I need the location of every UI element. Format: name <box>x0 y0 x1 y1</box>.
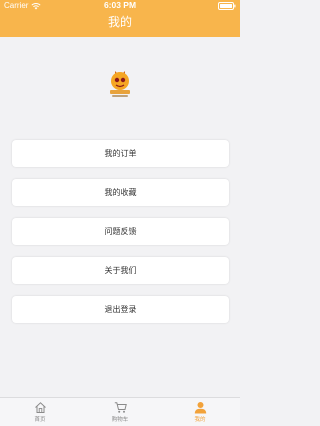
menu-item-label: 我的订单 <box>104 149 137 158</box>
menu-item-label: 问题反馈 <box>104 227 137 236</box>
profile-icon <box>194 402 206 414</box>
menu-item-favorites[interactable]: 我的收藏 <box>12 179 229 206</box>
menu-item-about[interactable]: 关于我们 <box>12 257 229 284</box>
battery-icon <box>218 2 236 10</box>
tab-home[interactable]: 首页 <box>0 398 80 426</box>
tab-cart[interactable]: 购物车 <box>80 398 160 426</box>
tab-profile[interactable]: 我的 <box>160 398 240 426</box>
menu-item-logout[interactable]: 退出登录 <box>12 296 229 323</box>
tab-label: 购物车 <box>111 417 129 423</box>
menu-item-feedback[interactable]: 问题反馈 <box>12 218 229 245</box>
menu-item-label: 退出登录 <box>104 305 137 314</box>
status-bar: Carrier 6:03 PM <box>0 0 240 12</box>
app-screen: Carrier 6:03 PM 我的 我的订单 我的收藏 问题反馈 关于我们 退… <box>0 0 240 426</box>
header-bar: Carrier 6:03 PM 我的 <box>0 0 240 37</box>
page-title: 我的 <box>107 15 132 29</box>
status-time: 6:03 PM <box>103 0 137 10</box>
tab-label: 我的 <box>194 417 206 423</box>
menu-item-orders[interactable]: 我的订单 <box>12 140 229 167</box>
app-logo-icon <box>110 71 130 97</box>
tab-bar: 首页 购物车 我的 <box>0 397 240 426</box>
home-icon <box>34 402 46 413</box>
tab-label: 首页 <box>34 417 46 423</box>
menu-item-label: 我的收藏 <box>104 188 137 197</box>
cart-icon <box>114 402 127 413</box>
menu-item-label: 关于我们 <box>104 266 137 275</box>
menu-list: 我的订单 我的收藏 问题反馈 关于我们 退出登录 <box>12 140 229 335</box>
